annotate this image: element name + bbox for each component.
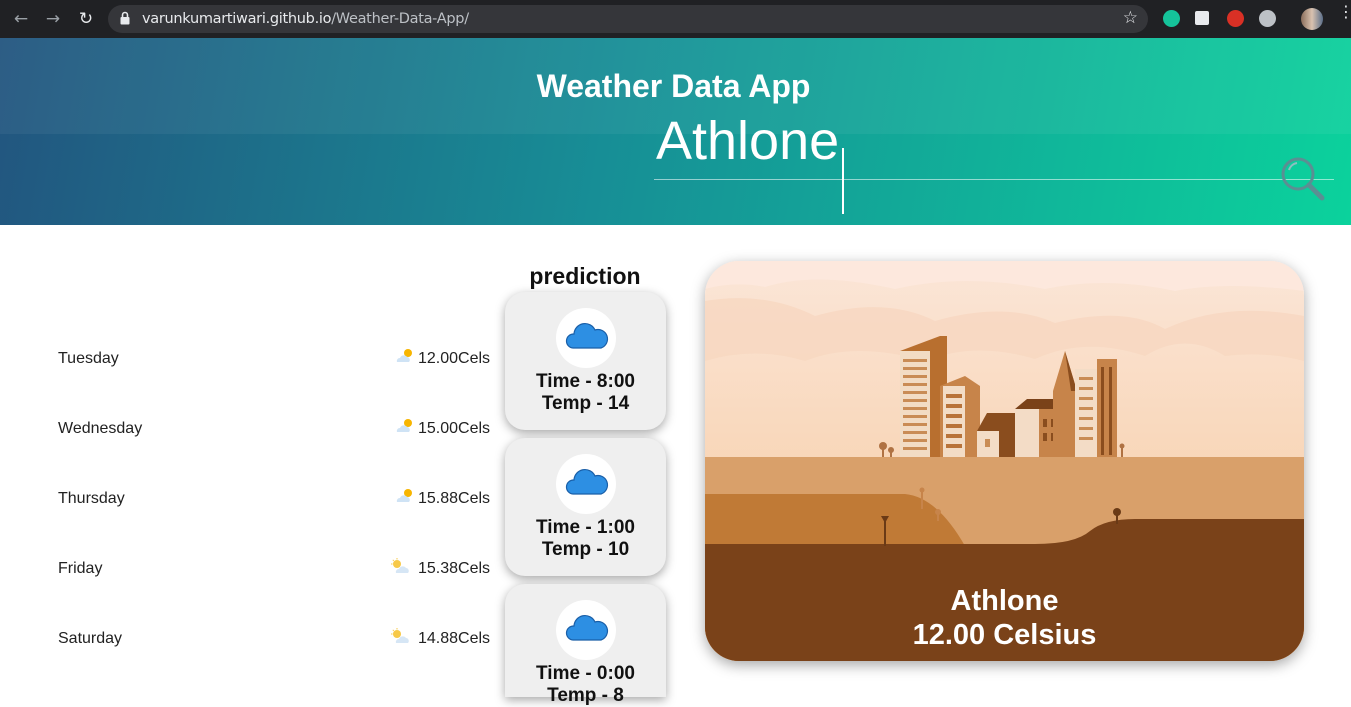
forecast-day: Saturday bbox=[58, 630, 123, 647]
forecast-row: Saturday 14.88Cels bbox=[58, 628, 498, 652]
forecast-row: Tuesday 12.00Cels bbox=[58, 348, 498, 372]
kebab-menu-icon[interactable]: ⋮ bbox=[1338, 4, 1351, 20]
cloud-icon bbox=[565, 614, 609, 641]
prediction-temp: Temp - 14 bbox=[541, 393, 630, 414]
grammarly-icon[interactable] bbox=[1163, 10, 1180, 27]
cloud-icon bbox=[565, 322, 609, 349]
icon-circle bbox=[556, 308, 616, 368]
city-name: Athlone bbox=[950, 585, 1059, 617]
forecast-temperature: 14.88Cels bbox=[418, 630, 491, 647]
forecast-day: Thursday bbox=[58, 490, 125, 507]
city-weather-card: Athlone 12.00 Celsius bbox=[705, 261, 1304, 661]
text-caret bbox=[842, 148, 844, 214]
prediction-time: Time - 0:00 bbox=[536, 663, 635, 684]
sun-with-cloud-icon bbox=[391, 628, 409, 643]
prediction-time: Time - 1:00 bbox=[536, 517, 635, 538]
prediction-card: Time - 0:00 Temp - 8 bbox=[505, 584, 666, 706]
back-arrow-icon[interactable]: ← bbox=[11, 9, 31, 29]
reload-icon[interactable]: ↻ bbox=[76, 9, 96, 29]
magnifier-icon[interactable] bbox=[1278, 155, 1326, 203]
sun-behind-cloud-icon bbox=[396, 419, 412, 432]
profile-avatar[interactable] bbox=[1301, 8, 1323, 30]
prediction-title: prediction bbox=[529, 263, 641, 289]
forecast-row: Friday 15.38Cels bbox=[58, 558, 498, 582]
forecast-day: Tuesday bbox=[58, 350, 119, 367]
icon-circle bbox=[556, 600, 616, 660]
prediction-temp: Temp - 8 bbox=[547, 685, 624, 706]
forecast-temperature: 15.88Cels bbox=[418, 490, 491, 507]
url-text[interactable]: varunkumartiwari.github.io/Weather-Data-… bbox=[142, 11, 469, 27]
prediction-temp: Temp - 10 bbox=[541, 539, 630, 560]
icon-circle bbox=[556, 454, 616, 514]
sun-behind-cloud-icon bbox=[396, 489, 412, 502]
sun-with-cloud-icon bbox=[391, 558, 409, 573]
lock-icon bbox=[120, 11, 130, 25]
cube-extension-icon[interactable] bbox=[1195, 11, 1209, 25]
stop-hand-icon[interactable] bbox=[1227, 10, 1244, 27]
forecast-day: Friday bbox=[58, 560, 103, 577]
prediction-card: Time - 1:00 Temp - 10 bbox=[505, 438, 666, 576]
forecast-day: Wednesday bbox=[58, 420, 143, 437]
star-icon[interactable]: ☆ bbox=[1123, 8, 1138, 28]
forecast-temperature: 15.38Cels bbox=[418, 560, 491, 577]
url-path: /Weather-Data-App/ bbox=[331, 11, 469, 27]
forecast-row: Thursday 15.88Cels bbox=[58, 488, 498, 512]
page-title: Weather Data App bbox=[536, 68, 811, 104]
sun-behind-cloud-icon bbox=[396, 349, 412, 362]
browser-toolbar: ← → ↻ varunkumartiwari.github.io/Weather… bbox=[0, 0, 1351, 38]
forecast-row: Wednesday 15.00Cels bbox=[58, 418, 498, 442]
city-temperature: 12.00 Celsius bbox=[912, 619, 1097, 651]
forecast-temperature: 15.00Cels bbox=[418, 420, 491, 437]
prediction-card: Time - 8:00 Temp - 14 bbox=[505, 292, 666, 430]
forecast-temperature: 12.00Cels bbox=[418, 350, 491, 367]
forward-arrow-icon[interactable]: → bbox=[43, 9, 63, 29]
cloud-icon bbox=[565, 468, 609, 495]
address-bar[interactable]: varunkumartiwari.github.io/Weather-Data-… bbox=[108, 5, 1148, 33]
prediction-time: Time - 8:00 bbox=[536, 371, 635, 392]
compass-extension-icon[interactable] bbox=[1259, 10, 1276, 27]
city-search-input[interactable] bbox=[654, 103, 1334, 180]
url-host: varunkumartiwari.github.io bbox=[142, 11, 332, 27]
